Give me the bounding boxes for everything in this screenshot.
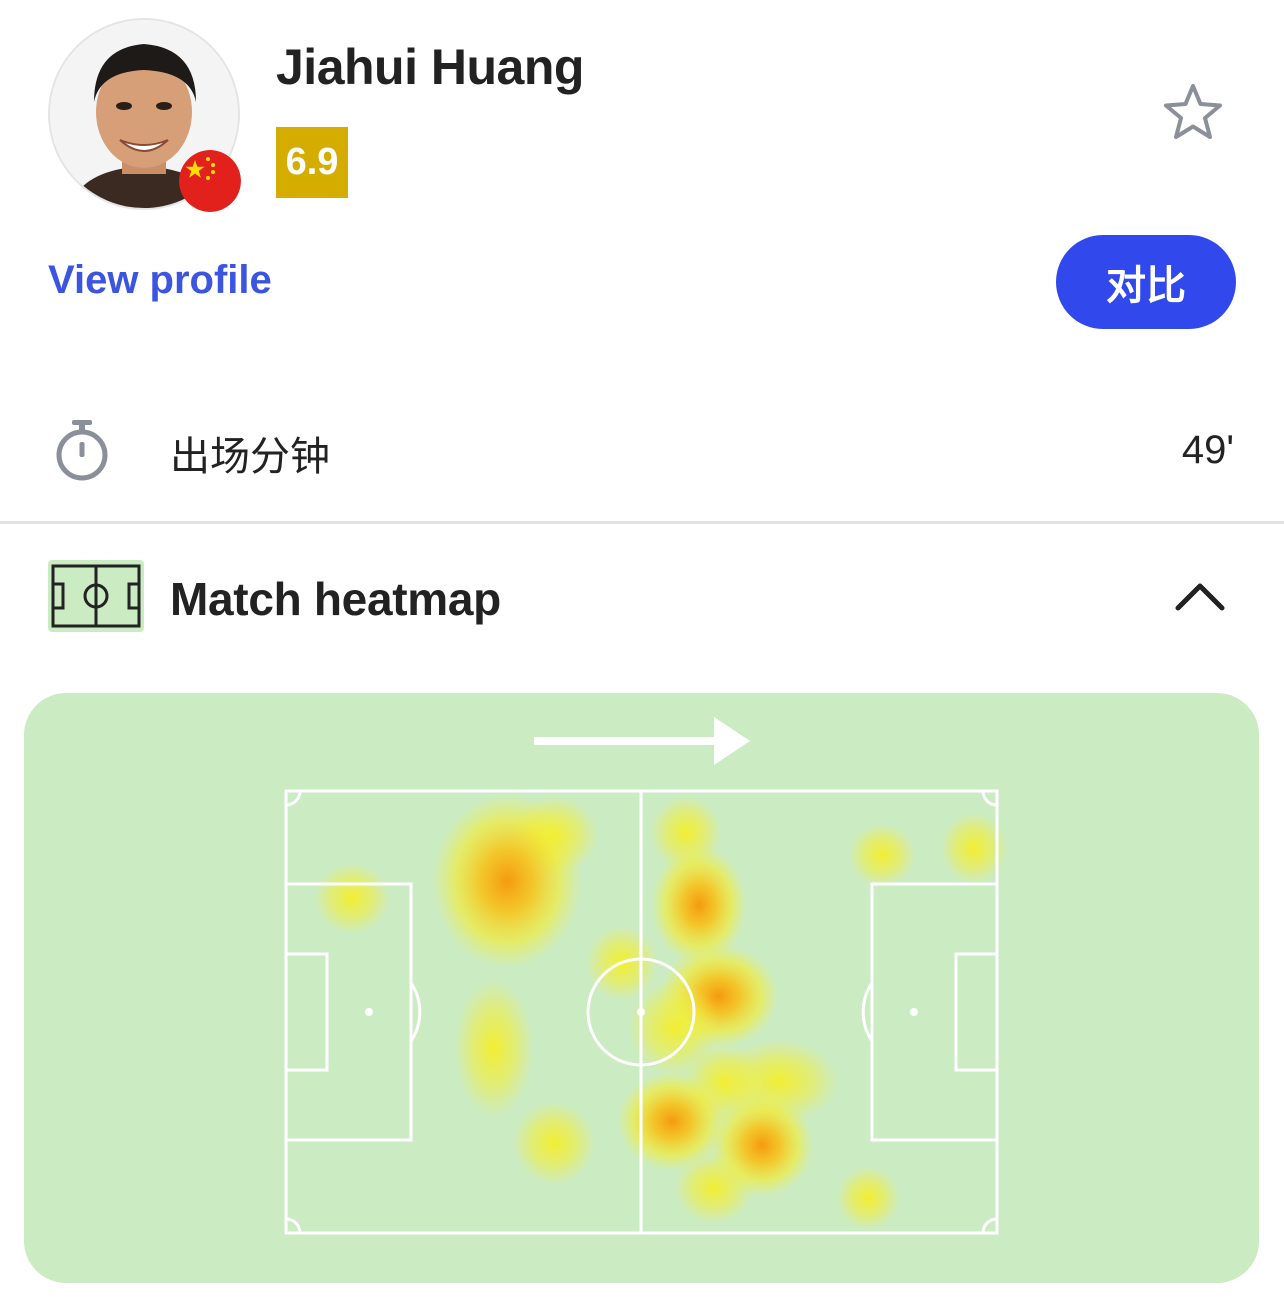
divider xyxy=(0,521,1284,524)
china-flag-icon xyxy=(179,150,241,212)
heatmap-blobs xyxy=(314,793,1008,1230)
section-title: Match heatmap xyxy=(170,573,501,625)
chevron-up-icon[interactable] xyxy=(1170,572,1230,618)
rating-badge: 6.9 xyxy=(276,127,348,198)
heatmap-pitch xyxy=(284,717,1008,1235)
player-name: Jiahui Huang xyxy=(276,39,584,95)
heatmap-card xyxy=(24,693,1259,1283)
minutes-played-label: 出场分钟 xyxy=(170,434,330,480)
compare-button[interactable]: 对比 xyxy=(1056,235,1236,329)
minutes-played-value: 49' xyxy=(1181,428,1234,472)
view-profile-link[interactable]: View profile xyxy=(48,258,272,303)
pitch-spots xyxy=(365,1008,918,1016)
star-outline-icon[interactable] xyxy=(1160,80,1226,146)
stopwatch-icon xyxy=(52,418,112,482)
pitch-icon xyxy=(48,560,144,632)
attack-direction-arrow-icon xyxy=(534,717,750,765)
